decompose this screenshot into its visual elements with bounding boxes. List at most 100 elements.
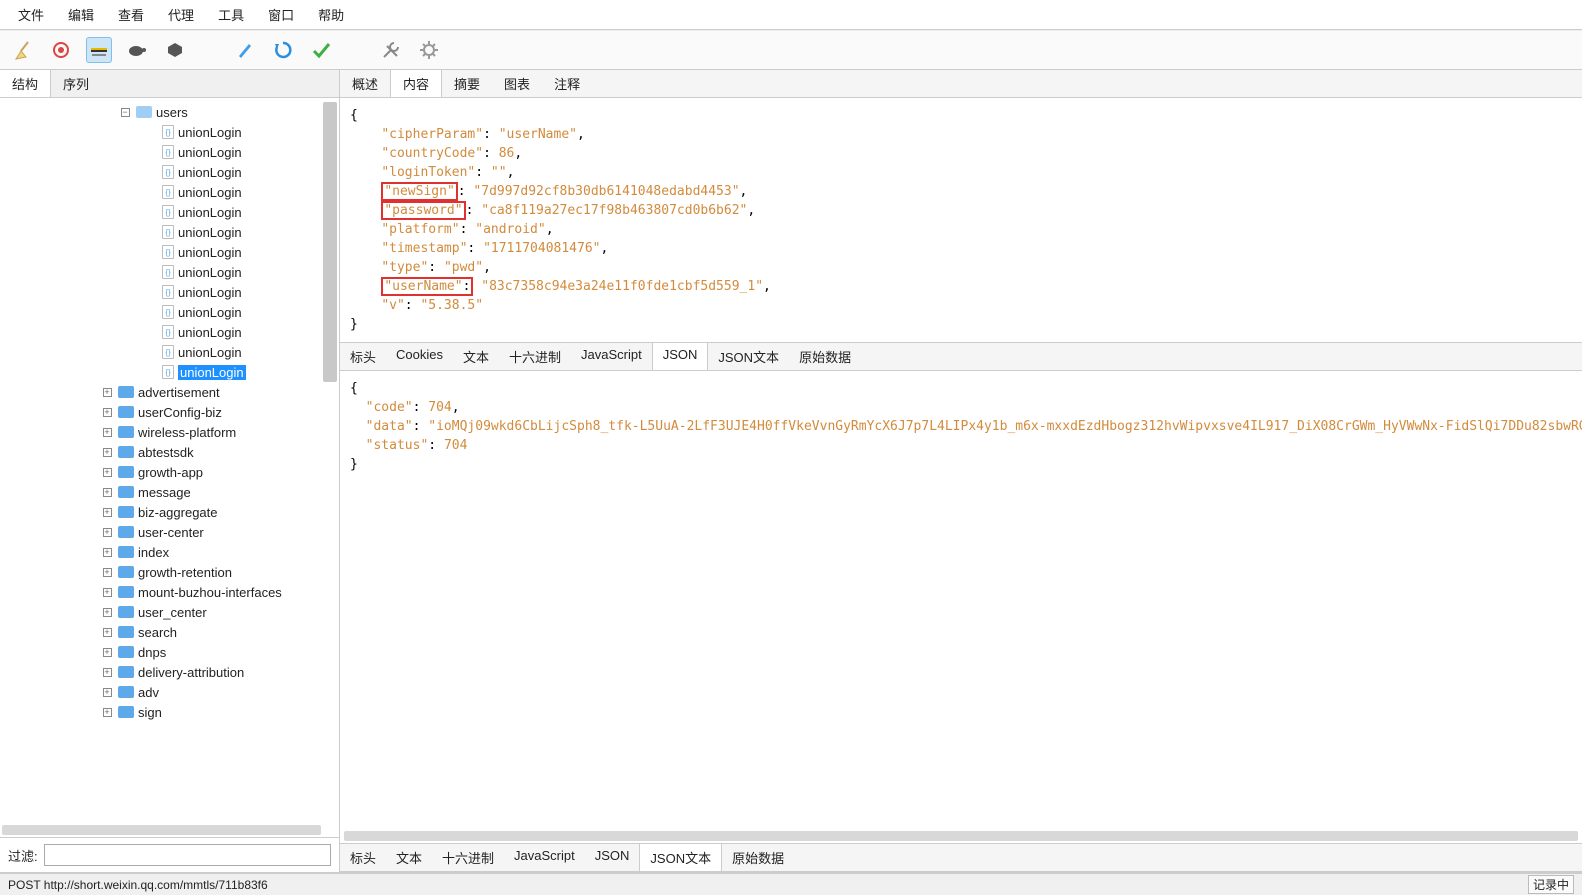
btab-text[interactable]: 文本	[386, 844, 432, 871]
request-json-view[interactable]: { "cipherParam": "userName", "countryCod…	[340, 98, 1582, 342]
tree-item-unionlogin[interactable]: {}unionLogin	[8, 302, 339, 322]
tree-item-unionlogin[interactable]: {}unionLogin	[8, 222, 339, 242]
expand-icon[interactable]: +	[100, 687, 114, 698]
rtab-json[interactable]: JSON	[652, 343, 709, 370]
tree-folder[interactable]: +user_center	[8, 602, 339, 622]
pen-icon[interactable]	[232, 37, 258, 63]
expand-icon[interactable]: +	[100, 407, 114, 418]
tree-item-unionlogin[interactable]: {}unionLogin	[8, 282, 339, 302]
tree-folder[interactable]: +growth-retention	[8, 562, 339, 582]
expand-icon[interactable]: +	[100, 607, 114, 618]
tree-folder[interactable]: +delivery-attribution	[8, 662, 339, 682]
expand-icon[interactable]: +	[100, 567, 114, 578]
rtab-jsontext[interactable]: JSON文本	[708, 343, 789, 370]
rtab-headers[interactable]: 标头	[340, 343, 386, 370]
refresh-icon[interactable]	[270, 37, 296, 63]
tree-item-unionlogin[interactable]: {}unionLogin	[8, 262, 339, 282]
throttle-icon[interactable]	[86, 37, 112, 63]
tree-folder[interactable]: +adv	[8, 682, 339, 702]
tree-item-unionlogin[interactable]: {}unionLogin	[8, 162, 339, 182]
btab-jsontext[interactable]: JSON文本	[639, 844, 722, 871]
turtle-icon[interactable]	[124, 37, 150, 63]
btab-raw[interactable]: 原始数据	[722, 844, 794, 871]
expand-icon[interactable]: +	[100, 527, 114, 538]
rtab-cookies[interactable]: Cookies	[386, 343, 453, 370]
tree-item-unionlogin[interactable]: {}unionLogin	[8, 362, 339, 382]
tab-overview[interactable]: 概述	[340, 70, 390, 97]
btab-js[interactable]: JavaScript	[504, 844, 585, 871]
tree-item-unionlogin[interactable]: {}unionLogin	[8, 182, 339, 202]
btab-headers[interactable]: 标头	[340, 844, 386, 871]
tree-item-unionlogin[interactable]: {}unionLogin	[8, 342, 339, 362]
expand-icon[interactable]: +	[100, 587, 114, 598]
expand-icon[interactable]: +	[100, 387, 114, 398]
tab-content[interactable]: 内容	[390, 70, 442, 97]
hexagon-icon[interactable]	[162, 37, 188, 63]
menu-file[interactable]: 文件	[6, 2, 56, 27]
response-json-view[interactable]: { "code": 704, "data": "ioMQj09wkd6CbLij…	[340, 371, 1582, 843]
gear-icon[interactable]	[416, 37, 442, 63]
tree-folder[interactable]: +biz-aggregate	[8, 502, 339, 522]
tab-structure[interactable]: 结构	[0, 70, 51, 97]
tree-item-unionlogin[interactable]: {}unionLogin	[8, 122, 339, 142]
tree-item-unionlogin[interactable]: {}unionLogin	[8, 142, 339, 162]
tab-sequence[interactable]: 序列	[51, 70, 101, 97]
file-icon: {}	[162, 245, 174, 259]
menu-help[interactable]: 帮助	[306, 2, 356, 27]
tree-item-unionlogin[interactable]: {}unionLogin	[8, 242, 339, 262]
tree-folder[interactable]: +message	[8, 482, 339, 502]
expand-icon[interactable]: +	[100, 667, 114, 678]
tree-folder[interactable]: +advertisement	[8, 382, 339, 402]
expand-icon[interactable]: +	[100, 487, 114, 498]
expand-icon[interactable]: +	[100, 647, 114, 658]
tree-item-unionlogin[interactable]: {}unionLogin	[8, 322, 339, 342]
record-icon[interactable]	[48, 37, 74, 63]
tree-folder[interactable]: +search	[8, 622, 339, 642]
expand-icon[interactable]: +	[100, 547, 114, 558]
expand-icon[interactable]: +	[100, 467, 114, 478]
rtab-hex[interactable]: 十六进制	[499, 343, 571, 370]
tree-view[interactable]: −users{}unionLogin{}unionLogin{}unionLog…	[0, 98, 339, 837]
tree-scrollbar-vert[interactable]	[323, 102, 337, 382]
tree-folder[interactable]: +mount-buzhou-interfaces	[8, 582, 339, 602]
highlight-newsign: "newSign"	[384, 184, 454, 199]
rtab-js[interactable]: JavaScript	[571, 343, 652, 370]
tab-chart[interactable]: 图表	[492, 70, 542, 97]
tree-folder[interactable]: +dnps	[8, 642, 339, 662]
btab-json[interactable]: JSON	[585, 844, 640, 871]
expand-icon[interactable]: +	[100, 447, 114, 458]
file-icon: {}	[162, 165, 174, 179]
tab-notes[interactable]: 注释	[542, 70, 592, 97]
tools-icon[interactable]	[378, 37, 404, 63]
broom-icon[interactable]	[10, 37, 36, 63]
response-scrollbar-horiz[interactable]	[344, 831, 1578, 841]
tree-folder[interactable]: +userConfig-biz	[8, 402, 339, 422]
expand-icon[interactable]: +	[100, 507, 114, 518]
check-icon[interactable]	[308, 37, 334, 63]
expand-icon[interactable]: +	[100, 627, 114, 638]
menu-window[interactable]: 窗口	[256, 2, 306, 27]
tab-summary[interactable]: 摘要	[442, 70, 492, 97]
tree-folder[interactable]: +wireless-platform	[8, 422, 339, 442]
collapse-icon[interactable]: −	[118, 107, 132, 118]
menu-edit[interactable]: 编辑	[56, 2, 106, 27]
menu-tools[interactable]: 工具	[206, 2, 256, 27]
tree-item-unionlogin[interactable]: {}unionLogin	[8, 202, 339, 222]
right-panel: 概述 内容 摘要 图表 注释 { "cipherParam": "userNam…	[340, 70, 1582, 872]
menu-view[interactable]: 查看	[106, 2, 156, 27]
tree-folder[interactable]: +sign	[8, 702, 339, 722]
tree-scrollbar-horiz[interactable]	[2, 825, 321, 835]
filter-input[interactable]	[44, 844, 331, 866]
tree-folder-users[interactable]: −users	[8, 102, 339, 122]
tree-folder[interactable]: +growth-app	[8, 462, 339, 482]
expand-icon[interactable]: +	[100, 427, 114, 438]
tree-folder[interactable]: +abtestsdk	[8, 442, 339, 462]
rtab-text[interactable]: 文本	[453, 343, 499, 370]
tree-label: unionLogin	[178, 145, 242, 160]
btab-hex[interactable]: 十六进制	[432, 844, 504, 871]
menu-proxy[interactable]: 代理	[156, 2, 206, 27]
tree-folder[interactable]: +user-center	[8, 522, 339, 542]
tree-folder[interactable]: +index	[8, 542, 339, 562]
rtab-raw[interactable]: 原始数据	[789, 343, 861, 370]
expand-icon[interactable]: +	[100, 707, 114, 718]
